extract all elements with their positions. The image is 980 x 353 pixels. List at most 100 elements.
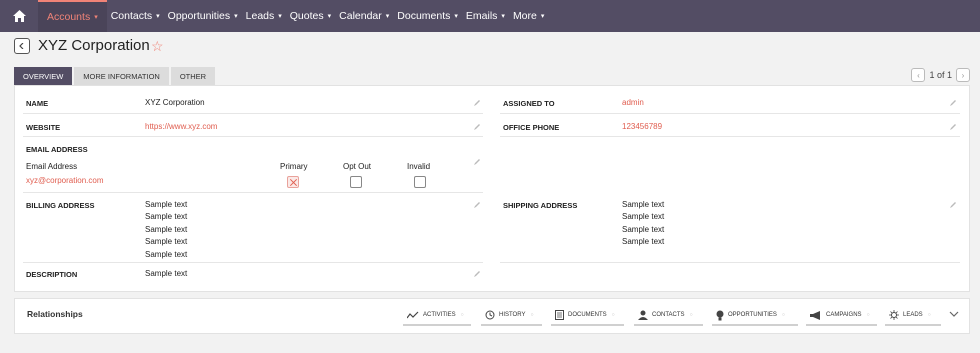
relationship-activities[interactable]: ACTIVITIES ○: [403, 306, 471, 326]
assigned-to-link[interactable]: admin: [622, 98, 644, 107]
relationships-bar: Relationships ACTIVITIES ○ HISTORY ○ DOCUM…: [14, 298, 970, 334]
relationship-label: LEADS: [903, 312, 923, 318]
relationship-documents[interactable]: DOCUMENTS ○: [551, 306, 624, 326]
divider: [23, 136, 483, 137]
nav-label: Emails: [465, 10, 498, 22]
website-link[interactable]: https://www.xyz.com: [145, 122, 217, 131]
chevron-down-icon: ▾: [234, 13, 238, 20]
relationship-label: HISTORY: [499, 312, 526, 318]
edit-pencil-icon[interactable]: [950, 100, 956, 106]
info-icon: ○: [866, 312, 870, 318]
nav-item-accounts[interactable]: Accounts ▾: [38, 0, 107, 32]
info-icon: ○: [927, 312, 931, 318]
history-icon: [485, 310, 495, 320]
chevron-down-icon: ▾: [454, 13, 458, 20]
next-record-button[interactable]: ›: [956, 68, 970, 82]
relationship-contacts[interactable]: CONTACTS ○: [634, 306, 703, 326]
billing-address-line: Sample text: [145, 225, 188, 234]
back-button[interactable]: [14, 38, 30, 54]
primary-column-header: Primary: [280, 162, 308, 171]
nav-item-quotes[interactable]: Quotes ▾: [286, 0, 335, 32]
arrow-left-icon: [19, 43, 24, 49]
assigned-to-label: ASSIGNED TO: [503, 99, 555, 108]
chevron-down-icon: ▾: [540, 13, 545, 20]
previous-record-button[interactable]: ‹: [911, 68, 926, 82]
shipping-address-line: Sample text: [622, 237, 665, 246]
relationship-history[interactable]: HISTORY ○: [481, 306, 542, 326]
detail-tabs: OVERVIEW MORE INFORMATION OTHER: [14, 67, 217, 85]
relationships-title: Relationships: [27, 309, 83, 319]
invalid-column-header: Invalid: [407, 162, 431, 171]
office-phone-label: OFFICE PHONE: [503, 123, 560, 132]
name-label: NAME: [26, 99, 49, 108]
chevron-down-icon: ▾: [156, 13, 160, 20]
optout-checkbox[interactable]: [350, 176, 362, 188]
edit-pencil-icon[interactable]: [950, 202, 956, 208]
primary-checkbox[interactable]: [287, 176, 299, 188]
nav-item-opportunities[interactable]: Opportunities ▾: [164, 0, 242, 32]
nav-label: Quotes: [289, 10, 324, 22]
lightbulb-icon: [716, 310, 724, 320]
edit-pencil-icon[interactable]: [474, 271, 480, 277]
info-icon: ○: [781, 312, 785, 318]
favorite-star-icon[interactable]: ☆: [151, 38, 164, 55]
nav-label: Opportunities: [167, 10, 231, 22]
nav-item-emails[interactable]: Emails ▾: [462, 0, 509, 32]
divider: [23, 262, 483, 263]
divider: [23, 192, 483, 193]
record-pager: ‹ 1 of 1 ›: [911, 68, 970, 82]
description-value: Sample text: [145, 269, 188, 278]
billing-address-line: Sample text: [145, 237, 188, 246]
edit-pencil-icon[interactable]: [474, 124, 480, 130]
website-label: WEBSITE: [26, 123, 61, 132]
optout-column-header: Opt Out: [343, 162, 372, 171]
nav-item-documents[interactable]: Documents ▾: [393, 0, 462, 32]
relationship-label: CAMPAIGNS: [826, 312, 862, 318]
nav-item-calendar[interactable]: Calendar ▾: [335, 0, 393, 32]
shipping-address-label: SHIPPING ADDRESS: [503, 201, 578, 210]
relationship-campaigns[interactable]: CAMPAIGNS ○: [806, 306, 877, 326]
relationship-leads[interactable]: LEADS ○: [885, 306, 941, 326]
chevron-down-icon: ▾: [501, 13, 505, 20]
email-address-link[interactable]: xyz@corporation.com: [26, 176, 103, 185]
chevron-down-icon: ▾: [94, 14, 98, 21]
divider: [500, 113, 960, 114]
divider: [23, 113, 483, 114]
billing-address-line: Sample text: [145, 200, 188, 209]
overview-panel: NAME XYZ Corporation ASSIGNED TO admin W…: [14, 85, 970, 292]
divider: [500, 136, 960, 137]
chevron-down-icon: ▾: [278, 13, 282, 20]
chevron-down-icon: ▾: [327, 13, 332, 20]
nav-label: More: [512, 10, 537, 22]
office-phone-link[interactable]: 123456789: [622, 122, 662, 131]
nav-label: Contacts: [110, 10, 153, 22]
edit-pencil-icon[interactable]: [950, 124, 956, 130]
chevron-down-icon[interactable]: [949, 311, 959, 318]
description-label: DESCRIPTION: [26, 270, 78, 279]
relationship-label: OPPORTUNITIES: [728, 312, 777, 318]
billing-address-label: BILLING ADDRESS: [26, 201, 95, 210]
nav-item-leads[interactable]: Leads ▾: [242, 0, 286, 32]
tab-other[interactable]: OTHER: [170, 67, 216, 85]
nav-label: Accounts: [47, 11, 91, 23]
leads-icon: [889, 310, 899, 320]
edit-pencil-icon[interactable]: [474, 159, 480, 165]
tab-overview[interactable]: OVERVIEW: [14, 67, 73, 85]
shipping-address-line: Sample text: [622, 225, 665, 234]
relationship-opportunities[interactable]: OPPORTUNITIES ○: [712, 306, 798, 326]
info-icon: ○: [689, 312, 693, 318]
nav-label: Leads: [245, 10, 275, 22]
megaphone-icon: [810, 310, 820, 320]
nav-label: Calendar: [339, 10, 382, 22]
nav-item-contacts[interactable]: Contacts ▾: [107, 0, 164, 32]
nav-item-more[interactable]: More ▾: [509, 0, 548, 32]
email-column-header: Email Address: [26, 162, 78, 171]
shipping-address-line: Sample text: [622, 200, 665, 209]
invalid-checkbox[interactable]: [414, 176, 426, 188]
home-icon[interactable]: [0, 0, 38, 32]
billing-address-line: Sample text: [145, 250, 188, 259]
tab-more-information[interactable]: MORE INFORMATION: [74, 67, 169, 85]
document-icon: [555, 310, 564, 320]
edit-pencil-icon[interactable]: [474, 202, 480, 208]
edit-pencil-icon[interactable]: [474, 100, 480, 106]
